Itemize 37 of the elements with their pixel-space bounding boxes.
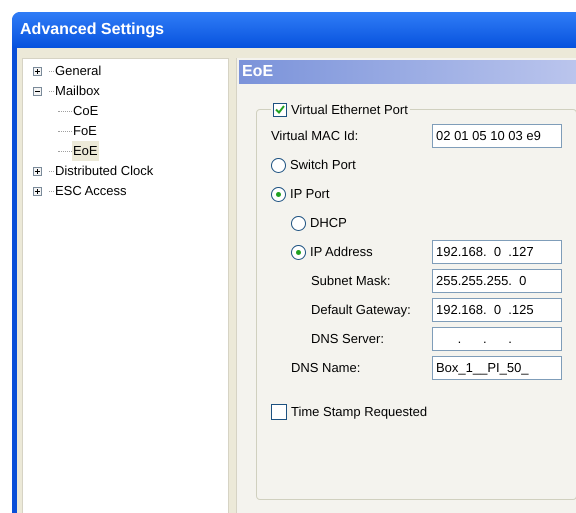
radio-label: IP Address <box>310 243 373 262</box>
radio-button[interactable] <box>271 158 286 172</box>
radio-label: IP Port <box>290 185 330 204</box>
tree-item[interactable]: Distributed Clock <box>54 161 154 181</box>
input-field[interactable]: 255.255.255. 0 <box>432 269 562 293</box>
radio-button[interactable] <box>271 186 286 202</box>
tree-item[interactable]: ESC Access <box>54 181 128 201</box>
input-field[interactable]: Box_1__PI_50_ <box>432 356 562 380</box>
field-label: Subnet Mask: <box>311 272 390 290</box>
checkbox[interactable] <box>271 404 287 420</box>
input-field[interactable]: 02 01 05 10 03 e9 <box>432 124 562 148</box>
tree-item[interactable]: General <box>54 61 102 81</box>
window-title: Advanced Settings <box>20 20 164 40</box>
collapse-icon[interactable] <box>33 86 42 96</box>
expand-icon[interactable] <box>33 166 42 176</box>
check-icon <box>275 105 285 114</box>
checkbox-label: Time Stamp Requested <box>291 403 428 422</box>
field-label: DNS Server: <box>311 330 384 348</box>
field-label: DNS Name: <box>291 359 360 378</box>
radio-button[interactable] <box>291 244 306 260</box>
expand-icon[interactable] <box>33 186 42 196</box>
expand-icon[interactable] <box>33 66 42 76</box>
radio-label: Switch Port <box>290 156 356 174</box>
input-field[interactable]: 192.168. 0 .125 <box>432 298 562 322</box>
tree-item[interactable]: EoE <box>72 141 99 161</box>
tree-item[interactable]: CoE <box>72 101 100 121</box>
tree-item[interactable]: FoE <box>72 121 98 141</box>
radio-label: DHCP <box>310 214 347 232</box>
panel-title: EoE <box>242 62 274 82</box>
field-label: Default Gateway: <box>311 301 411 320</box>
tree-item[interactable]: Mailbox <box>54 81 101 101</box>
input-field[interactable]: . . . <box>432 327 562 351</box>
field-label: Virtual MAC Id: <box>271 127 358 146</box>
input-field[interactable]: 192.168. 0 .127 <box>432 240 562 264</box>
checkbox-label: Virtual Ethernet Port <box>291 101 408 119</box>
radio-button[interactable] <box>291 216 306 230</box>
checkbox[interactable] <box>273 102 287 117</box>
